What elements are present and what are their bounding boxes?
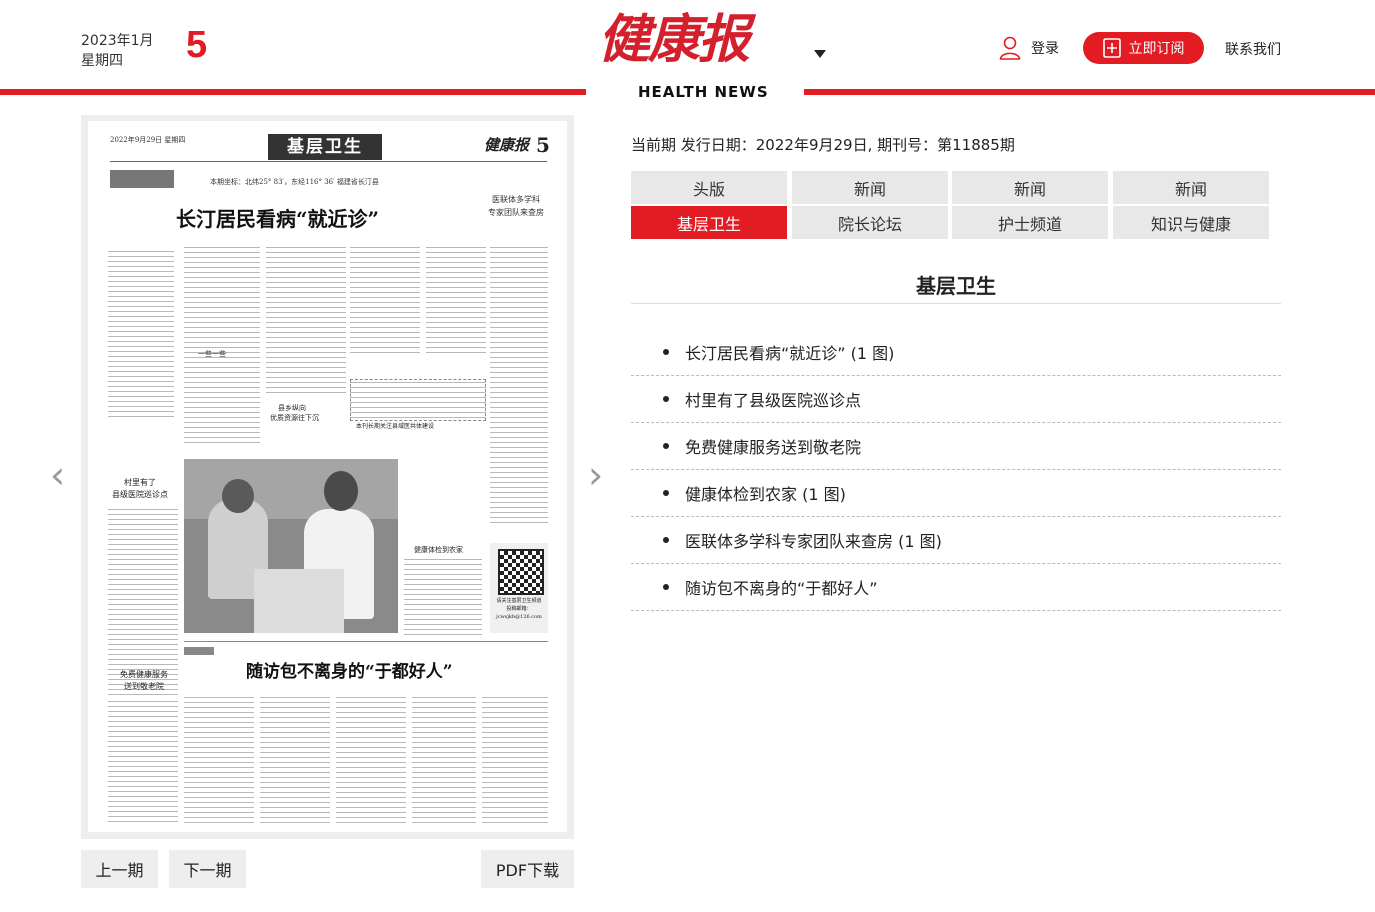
text-column bbox=[482, 695, 548, 823]
paper-mid-label: 县乡纵向 bbox=[278, 404, 306, 412]
paper-tag bbox=[184, 647, 214, 655]
paper-rule bbox=[184, 641, 548, 642]
text-column bbox=[184, 695, 254, 823]
text-column bbox=[266, 245, 346, 395]
bullet-icon bbox=[663, 490, 669, 496]
article-title: 长汀居民看病“就近诊” (1 图) bbox=[685, 344, 895, 363]
next-issue-button[interactable]: 下一期 bbox=[169, 850, 246, 888]
text-column bbox=[404, 557, 482, 637]
newspaper-page-image[interactable]: 2022年9月29日 星期四 基层卫生 健康报 5 本期坐标：北纬25° 83′… bbox=[88, 121, 567, 832]
qr-code-icon bbox=[498, 549, 544, 595]
section-divider bbox=[631, 303, 1281, 304]
tab-front-page[interactable]: 头版 bbox=[631, 171, 787, 204]
subscribe-button[interactable]: 立即订阅 bbox=[1083, 32, 1204, 64]
next-page-arrow-icon[interactable]: › bbox=[588, 455, 603, 495]
qr-text: 请关注基层卫生频道 bbox=[496, 598, 542, 604]
paper-quote: 本刊长期关注县域医共体建设 bbox=[356, 423, 435, 430]
text-column bbox=[350, 245, 420, 355]
bullet-icon bbox=[663, 396, 669, 402]
subheading-line2: 送到敬老院 bbox=[124, 682, 164, 691]
article-title: 免费健康服务送到敬老院 bbox=[685, 438, 862, 457]
paper-rule bbox=[110, 161, 547, 162]
prev-issue-button[interactable]: 上一期 bbox=[81, 850, 158, 888]
paper-headline-main: 长汀居民看病“就近诊” bbox=[176, 207, 380, 231]
article-link[interactable]: 免费健康服务送到敬老院 bbox=[631, 423, 1281, 470]
paper-tag bbox=[110, 170, 174, 188]
logo-chinese: 健康报 bbox=[598, 9, 750, 70]
subheading-line1: 免费健康服务 bbox=[120, 670, 168, 679]
tab-news-3[interactable]: 新闻 bbox=[1113, 171, 1269, 204]
issue-date: 2023年1月 星期四 bbox=[81, 31, 154, 71]
article-link[interactable]: 长汀居民看病“就近诊” (1 图) bbox=[631, 329, 1281, 376]
paper-qr-panel: 请关注基层卫生频道 投稿邮箱： jcwsjkb@126.com bbox=[490, 543, 548, 633]
article-title: 健康体检到农家 (1 图) bbox=[685, 485, 846, 504]
issue-info: 当前期 发行日期：2022年9月29日, 期刊号：第11885期 bbox=[631, 136, 1015, 154]
paper-coords: 本期坐标：北纬25° 83′，东经116° 36′ 福建省长汀县 bbox=[210, 178, 379, 186]
prev-page-arrow-icon[interactable]: ‹ bbox=[50, 455, 65, 495]
tab-knowledge-health[interactable]: 知识与健康 bbox=[1113, 206, 1269, 239]
paper-mid-label: 一些一些 bbox=[198, 350, 226, 358]
user-icon bbox=[999, 36, 1021, 60]
text-column bbox=[184, 245, 260, 445]
paper-page-number: 5 bbox=[536, 133, 550, 157]
article-title: 医联体多学科专家团队来查房 (1 图) bbox=[685, 532, 942, 551]
logo-english: HEALTH NEWS bbox=[638, 83, 769, 101]
side-heading-line1: 医联体多学科 bbox=[492, 195, 540, 204]
side-heading-line2: 专家团队来查房 bbox=[488, 208, 544, 217]
subheading-line2: 县级医院巡诊点 bbox=[112, 490, 168, 499]
date-month: 2023年1月 bbox=[81, 33, 154, 49]
article-link[interactable]: 医联体多学科专家团队来查房 (1 图) bbox=[631, 517, 1281, 564]
paper-caption: 健康体检到农家 bbox=[414, 546, 463, 554]
paper-subheading: 村里有了 县级医院巡诊点 bbox=[112, 477, 168, 501]
subheading-line1: 村里有了 bbox=[124, 478, 156, 487]
paper-side-heading: 医联体多学科 专家团队来查房 bbox=[488, 193, 544, 219]
qr-text: jcwsjkb@126.com bbox=[496, 614, 542, 620]
chevron-down-icon[interactable] bbox=[814, 50, 826, 58]
header-rule-right bbox=[804, 89, 1375, 95]
login-link[interactable]: 登录 bbox=[999, 36, 1059, 60]
bullet-icon bbox=[663, 537, 669, 543]
text-column bbox=[490, 245, 548, 525]
subscribe-icon bbox=[1102, 38, 1121, 58]
paper-mid-label: 优质资源往下沉 bbox=[270, 414, 319, 422]
article-title: 随访包不离身的“于都好人” bbox=[685, 579, 878, 598]
bullet-icon bbox=[663, 349, 669, 355]
qr-text: 投稿邮箱： bbox=[506, 606, 532, 612]
article-link[interactable]: 随访包不离身的“于都好人” bbox=[631, 564, 1281, 611]
text-column bbox=[108, 699, 178, 823]
text-column bbox=[260, 695, 330, 823]
text-column bbox=[412, 695, 476, 823]
paper-quote-box bbox=[350, 379, 486, 421]
pdf-download-button[interactable]: PDF下载 bbox=[481, 850, 574, 888]
paper-subheading: 免费健康服务 送到敬老院 bbox=[116, 669, 172, 693]
paper-section-banner: 基层卫生 bbox=[268, 134, 382, 160]
tab-news-2[interactable]: 新闻 bbox=[952, 171, 1108, 204]
paper-date: 2022年9月29日 星期四 bbox=[110, 136, 186, 144]
text-column bbox=[426, 245, 486, 355]
text-column bbox=[336, 695, 406, 823]
site-logo[interactable]: 健康报 bbox=[598, 10, 798, 84]
contact-link[interactable]: 联系我们 bbox=[1225, 39, 1281, 59]
tab-primary-health[interactable]: 基层卫生 bbox=[631, 206, 787, 239]
login-label: 登录 bbox=[1031, 41, 1059, 57]
tab-news-1[interactable]: 新闻 bbox=[792, 171, 948, 204]
paper-headline-bottom: 随访包不离身的“于都好人” bbox=[246, 662, 453, 682]
paper-photo bbox=[184, 459, 398, 633]
tab-president-forum[interactable]: 院长论坛 bbox=[792, 206, 948, 239]
article-link[interactable]: 村里有了县级医院巡诊点 bbox=[631, 376, 1281, 423]
section-title: 基层卫生 bbox=[916, 274, 996, 298]
bullet-icon bbox=[663, 443, 669, 449]
bullet-icon bbox=[663, 584, 669, 590]
article-title: 村里有了县级医院巡诊点 bbox=[685, 391, 862, 410]
text-column bbox=[108, 249, 174, 419]
date-day: 5 bbox=[186, 24, 208, 66]
article-link[interactable]: 健康体检到农家 (1 图) bbox=[631, 470, 1281, 517]
header-rule-left bbox=[0, 89, 586, 95]
subscribe-label: 立即订阅 bbox=[1128, 41, 1185, 57]
tab-nurse-channel[interactable]: 护士频道 bbox=[952, 206, 1108, 239]
date-weekday: 星期四 bbox=[81, 53, 123, 69]
paper-masthead: 健康报 bbox=[484, 136, 530, 154]
